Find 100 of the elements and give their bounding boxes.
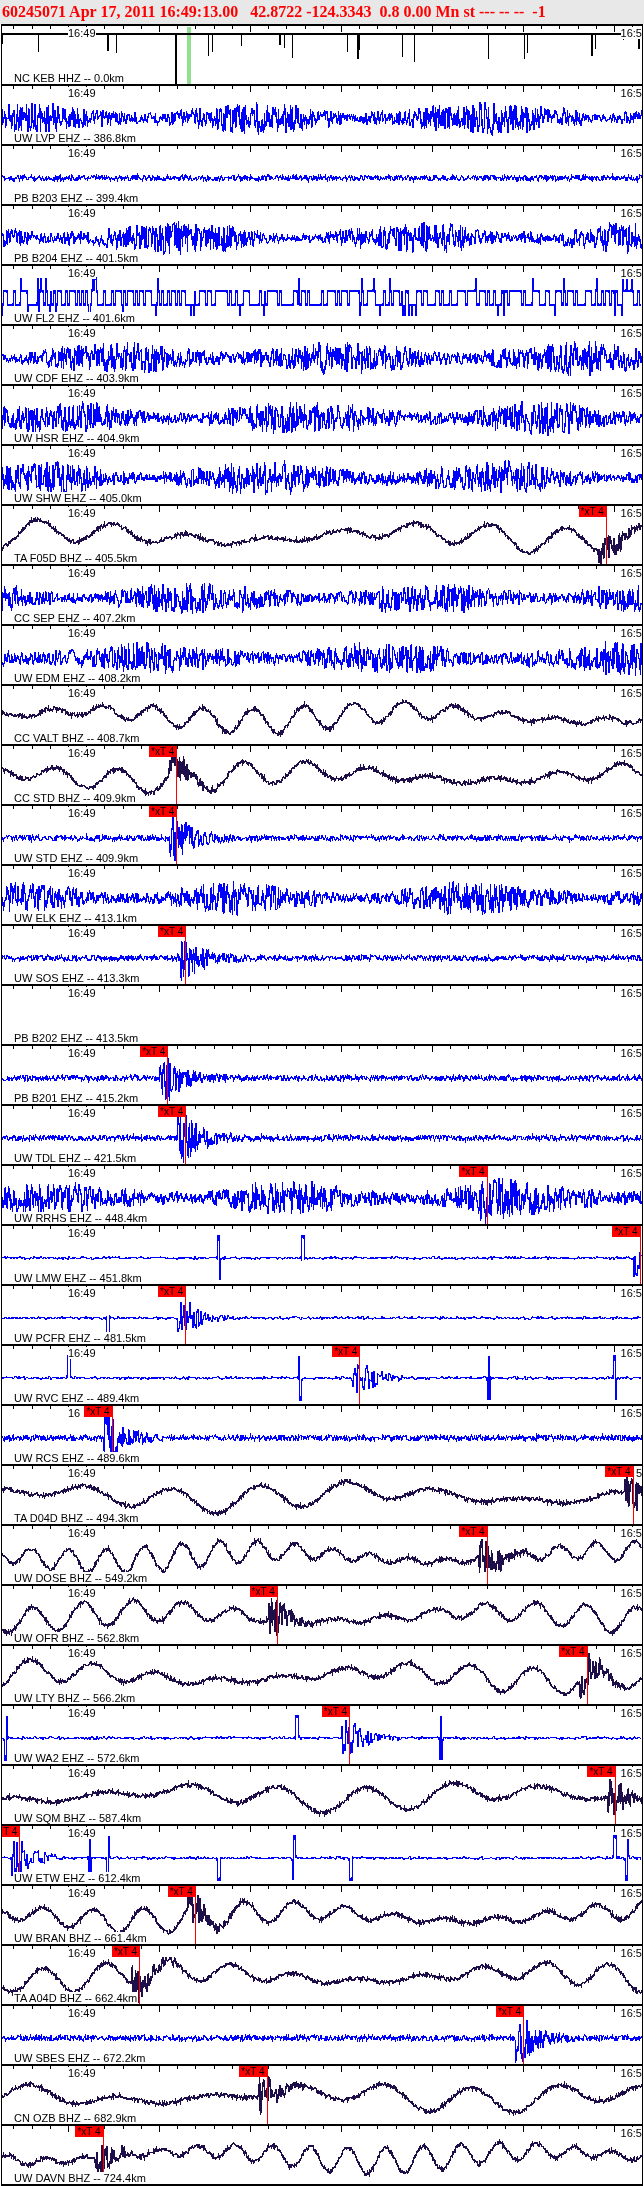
station-label: TA F05D BHZ -- 405.5km [14,552,138,564]
station-label: UW PCFR EHZ -- 481.5km [14,1332,146,1344]
pick-label: *xT 4 [249,1586,278,1597]
station-label: UW EDM EHZ -- 408.2km [14,672,141,684]
time-label: 16:49 [68,2007,96,2019]
time-label: 16:5 [620,987,642,999]
station-label: TA D04D BHZ -- 494.3km [14,1512,139,1524]
pick-label: *xT 4 [612,1226,641,1237]
station-label: UW ELK EHZ -- 413.1km [14,912,137,924]
time-label: 16:49 [68,1107,96,1119]
time-label: 16:5 [620,567,642,579]
pick-label: *xT 4 [84,1406,113,1417]
time-label: 16:49 [68,627,96,639]
time-label: 16:49 [68,1467,96,1479]
pick-label: *xT 4 [158,926,187,937]
time-label: 16:49 [68,867,96,879]
station-label: UW ETW EHZ -- 612.4km [14,1872,141,1884]
time-label: 16:5 [620,1047,642,1059]
pick-label: *xT 4 [321,1706,350,1717]
time-label: 16:49 [68,687,96,699]
time-window-band [187,27,191,84]
time-label: 16:5 [620,747,642,759]
time-label: 16:49 [68,1947,96,1959]
time-label: 16:5 [620,1767,642,1779]
time-label: 16:49 [68,1167,96,1179]
pick-label: *xT 4 [587,1766,616,1777]
station-label: CN OZB BHZ -- 682.9km [14,2112,137,2124]
station-label: UW SQM BHZ -- 587.4km [14,1812,142,1824]
pick-label: *xT 4 [149,746,178,757]
time-label: 16:49 [68,927,96,939]
pick-label: *xT 4 [459,1526,488,1537]
station-label: UW SBES EHZ -- 672.2km [14,2052,146,2064]
time-label: 16:49 [68,1527,96,1539]
station-label: UW OFR BHZ -- 562.8km [14,1632,140,1644]
time-label: 16:5 [620,1347,642,1359]
station-label: UW LVP EHZ -- 386.8km [14,132,136,144]
time-label: 16:49 [68,1587,96,1599]
station-label: UW BRAN BHZ -- 661.4km [14,1932,147,1944]
pick-label: *xT 4 [578,506,607,517]
time-label: 16:49 [68,1647,96,1659]
time-label: 16:5 [620,207,642,219]
time-label: 16:49 [68,1347,96,1359]
time-label: 16:5 [620,2007,642,2019]
time-label: 16:49 [68,507,96,519]
time-label: 16:5 [620,1947,642,1959]
time-label: 16:5 [620,2067,642,2079]
time-label: 16:49 [68,987,96,999]
station-label: PB B203 EHZ -- 399.4km [14,192,139,204]
station-label: UW STD EHZ -- 409.9km [14,852,139,864]
time-label: 16:5 [620,1287,642,1299]
station-label: UW FL2 EHZ -- 401.6km [14,312,136,324]
time-label: 16:5 [620,927,642,939]
pick-label: T 4 [2,1826,21,1837]
time-label: 16:5 [620,1407,642,1419]
time-label: 16:49 [68,207,96,219]
pick-label: *xT 4 [239,2066,268,2077]
station-label: CC VALT BHZ -- 408.7km [14,732,140,744]
pick-label: *xT 4 [149,806,178,817]
time-label: 16:5 [620,1587,642,1599]
station-label: UW CDF EHZ -- 403.9km [14,372,139,384]
time-label: 16:49 [68,2067,96,2079]
time-label: 16:49 [68,1707,96,1719]
station-label: PB B201 EHZ -- 415.2km [14,1092,139,1104]
event-title: 60245071 Apr 17, 2011 16:49:13.00 42.8722 -124.3343 0.8 0.00 Mn st --- -- -- -1 [2,2,546,22]
time-label: 16:5 [620,507,642,519]
time-label: 16:5 [620,1107,642,1119]
pick-label: *xT 4 [158,1106,187,1117]
time-label: 16:5 [620,807,642,819]
time-label: 16:49 [68,1767,96,1779]
time-label: 16:5 [620,1707,642,1719]
pick-label: *xT 4 [332,1346,361,1357]
time-label: 16:49 [68,807,96,819]
pick-label: *xT 4 [111,1946,141,1957]
time-label: 16:5 [620,1167,642,1179]
time-label: 16:49 [68,1227,96,1239]
time-label: 16:49 [68,747,96,759]
station-label: CC STD BHZ -- 409.9km [14,792,136,804]
station-label: UW TDL EHZ -- 421.5km [14,1152,137,1164]
pick-label: *xT 4 [559,1646,588,1657]
time-label: 16:49 [68,1047,96,1059]
pick-label: *xT 4 [158,1286,187,1297]
time-label: 16:49 [68,387,96,399]
station-label: UW RCS EHZ -- 489.6km [14,1452,140,1464]
station-label: NC KEB HHZ -- 0.0km [14,72,124,84]
time-label: 16:5 [620,2127,642,2139]
time-label: 16:5 [620,627,642,639]
station-label: TA A04D BHZ -- 662.4km [14,1992,138,2004]
time-label: 16:5 [620,1647,642,1659]
time-label: 16:5 [620,147,642,159]
time-label: 16:49 [68,27,96,39]
time-label: 16:5 [620,387,642,399]
time-label: 16:5 [620,447,642,459]
time-label: 16:49 [68,327,96,339]
time-label: 16:5 [620,87,642,99]
time-label: 16:49 [68,1887,96,1899]
station-label: UW LMW EHZ -- 451.8km [14,1272,142,1284]
pick-label: *xT 4 [605,1466,634,1477]
time-label: 16:5 [620,1827,642,1839]
time-label: 16:5 [620,867,642,879]
pick-label: *xT 4 [495,2006,525,2017]
